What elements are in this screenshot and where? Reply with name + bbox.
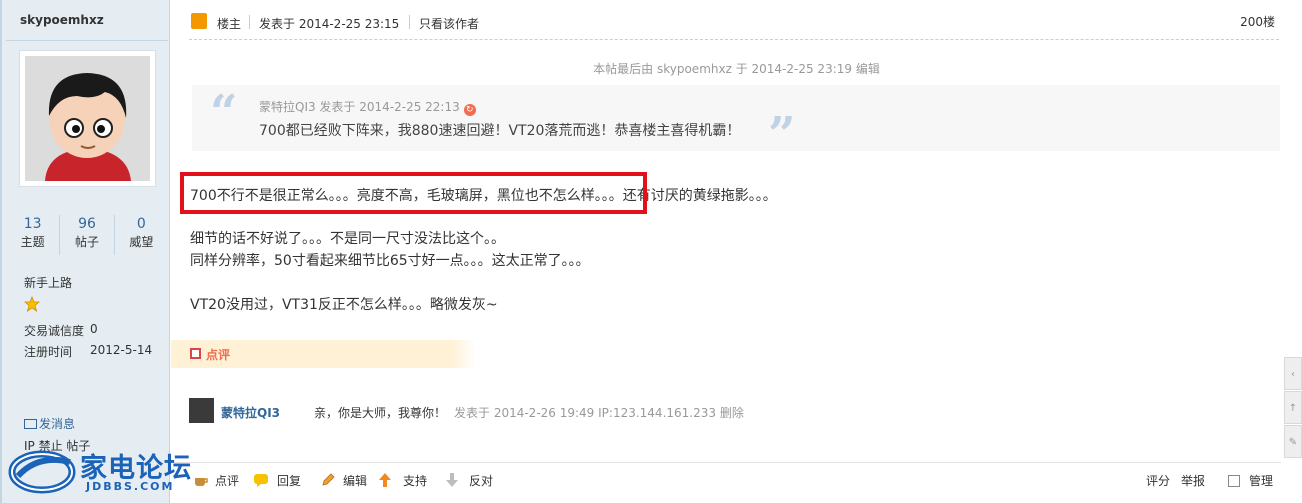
comment-box-icon <box>190 348 201 359</box>
trust-label: 交易诚信度 <box>24 324 85 338</box>
stat-threads-label: 主题 <box>20 235 45 249</box>
stat-prestige-label: 威望 <box>129 235 154 249</box>
rate-section-label: 点评 <box>206 348 231 362</box>
manage-label: 管理 <box>1249 474 1274 488</box>
post-action-bar: 点评 回复 编辑 支持 反对 评分 举报 管理 <box>171 462 1281 498</box>
logo-swoosh-icon <box>8 450 76 494</box>
jump-to-post-icon[interactable]: ↻ <box>463 104 476 116</box>
logo-subtitle: JDBBS.COM <box>86 480 175 493</box>
host-label: 楼主 <box>217 17 242 31</box>
stat-threads-value: 13 <box>23 216 42 232</box>
quote-block: “ 蒙特拉QI3 发表于 2014-2-25 22:13 ↻ 700都已经败下阵来… <box>192 85 1280 159</box>
envelope-icon <box>24 419 37 429</box>
report-button[interactable]: 举报 <box>1181 472 1205 489</box>
post-time: 发表于 2014-2-25 23:15 <box>259 17 400 31</box>
comment-meta: 发表于 2014-2-26 19:49 IP:123.144.161.233 删… <box>454 406 744 420</box>
quote-open-icon: “ <box>210 85 238 141</box>
down-arrow-icon <box>446 473 458 487</box>
post-body-line: 细节的话不好说了。。。不是同一尺寸没法比这个。。 <box>190 231 505 247</box>
avatar-cartoon-icon <box>25 56 150 181</box>
highlight-annotation <box>180 172 647 214</box>
oppose-button[interactable]: 反对 <box>469 472 493 489</box>
host-icon <box>191 13 207 29</box>
send-message-label: 发消息 <box>39 417 76 431</box>
post-main: 楼主 发表于 2014-2-25 23:15 只看该作者 200楼 本帖最后由 … <box>171 0 1302 503</box>
quote-meta: 蒙特拉QI3 发表于 2014-2-25 22:13 ↻ <box>259 98 476 116</box>
quote-close-icon: ” <box>768 107 796 163</box>
comment-user[interactable]: 蒙特拉QI3 <box>221 404 280 421</box>
rate-button[interactable]: 点评 <box>215 472 239 489</box>
pencil-icon <box>322 473 335 486</box>
stat-prestige-value: 0 <box>136 216 146 232</box>
support-button[interactable]: 支持 <box>403 472 427 489</box>
register-row: 注册时间 2012-5-14 <box>24 343 152 360</box>
manage-checkbox[interactable] <box>1228 475 1240 487</box>
header-divider <box>409 15 410 29</box>
stat-threads[interactable]: 13 主题 <box>6 215 61 255</box>
header-divider <box>249 15 250 29</box>
trust-value: 0 <box>90 322 98 336</box>
post-body-line: 同样分辨率，50寸看起来细节比65寸好一点。。。这太正常了。。。 <box>190 253 590 269</box>
quote-meta-text: 蒙特拉QI3 发表于 2014-2-25 22:13 <box>259 100 460 114</box>
send-message-link[interactable]: 发消息 <box>24 415 75 432</box>
score-button[interactable]: 评分 <box>1146 472 1170 489</box>
reply-bubble-icon <box>254 474 268 487</box>
post-body-line: VT20没用过，VT31反正不怎么样。。。略微发灰~ <box>190 297 498 313</box>
star-icon <box>24 296 40 312</box>
stat-posts[interactable]: 96 帖子 <box>60 215 115 255</box>
stat-posts-value: 96 <box>78 216 96 232</box>
author-sidebar: skypoemhxz 13 主题 96 帖子 0 威望 新手上路 交易诚信度 0… <box>0 0 170 503</box>
trust-row: 交易诚信度 0 <box>24 322 98 339</box>
edit-button[interactable]: 编辑 <box>343 472 367 489</box>
register-value: 2012-5-14 <box>90 343 153 357</box>
rate-section-header: 点评 <box>171 340 476 368</box>
side-tool-button[interactable]: ↑ <box>1284 391 1302 424</box>
author-stats: 13 主题 96 帖子 0 威望 <box>6 215 168 255</box>
edit-note: 本帖最后由 skypoemhxz 于 2014-2-25 23:19 编辑 <box>593 62 880 76</box>
stat-posts-label: 帖子 <box>74 235 99 249</box>
avatar[interactable] <box>19 50 156 187</box>
side-tool-button[interactable]: ✎ <box>1284 425 1302 458</box>
sidebar-divider <box>6 40 168 41</box>
author-name[interactable]: skypoemhxz <box>20 13 104 27</box>
quote-text: 700都已经败下阵来，我880速速回避！VT20落荒而逃！恭喜楼主喜得机霸！ <box>259 123 741 139</box>
register-label: 注册时间 <box>24 345 73 359</box>
comment-avatar[interactable] <box>189 398 214 423</box>
up-arrow-icon <box>379 473 391 487</box>
site-logo: 家电论坛 JDBBS.COM <box>8 444 208 500</box>
reply-button[interactable]: 回复 <box>277 472 301 489</box>
floor-number[interactable]: 200楼 <box>1240 13 1275 30</box>
post-header: 楼主 发表于 2014-2-25 23:15 只看该作者 200楼 <box>189 10 1279 40</box>
comment-text: 亲，你是大师，我尊你！ <box>314 406 447 420</box>
stat-prestige: 0 威望 <box>115 215 168 255</box>
only-author-link[interactable]: 只看该作者 <box>419 15 479 32</box>
side-tool-button[interactable]: ‹ <box>1284 357 1302 390</box>
side-toolbar: ‹ ↑ ✎ <box>1284 357 1302 459</box>
user-rank[interactable]: 新手上路 <box>24 274 72 291</box>
